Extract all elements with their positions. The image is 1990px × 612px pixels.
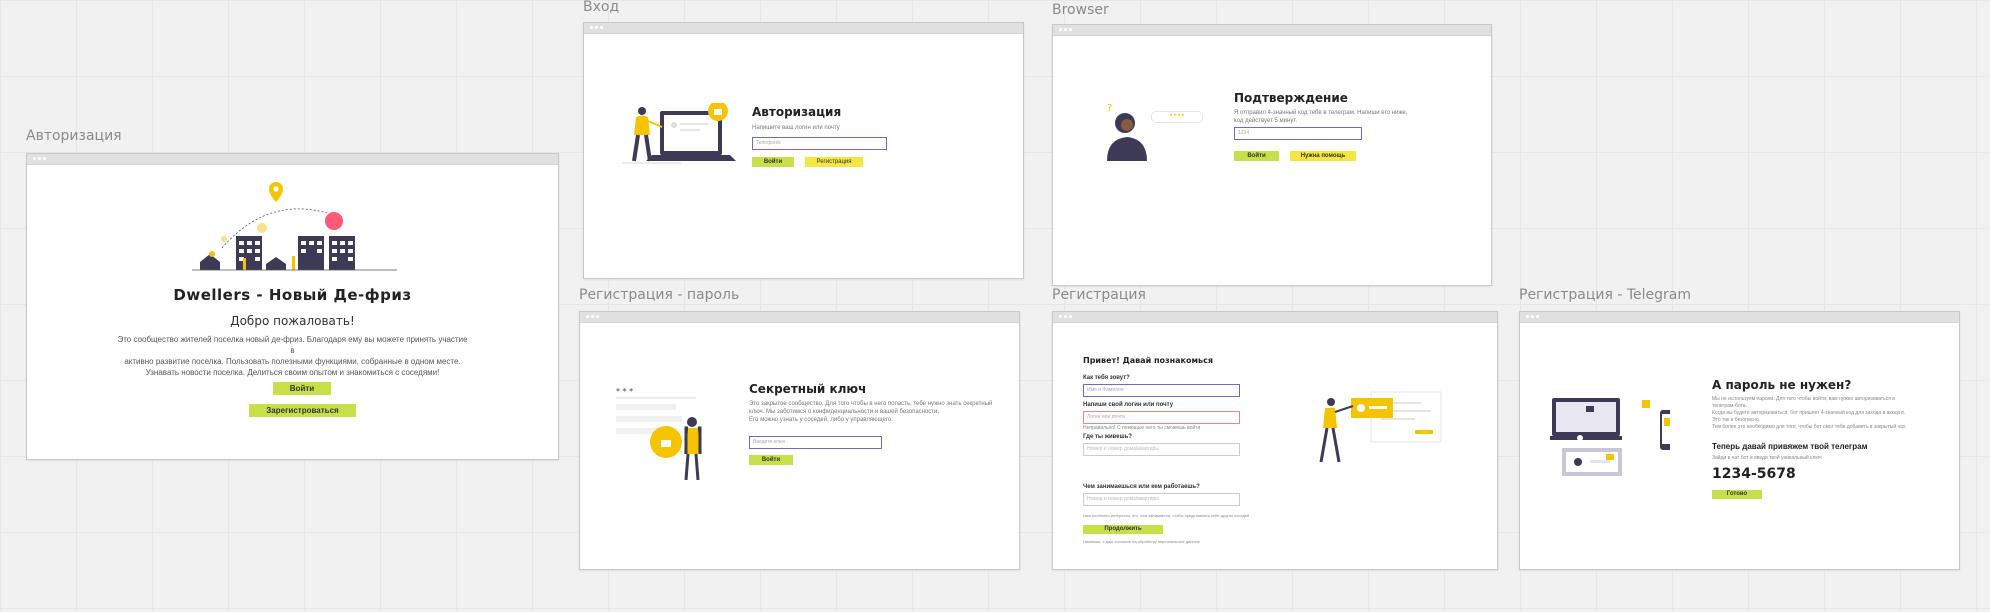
svg-text:?: ?: [1107, 103, 1112, 114]
telegram-desc-line: Это так и безопасно.: [1712, 417, 1761, 423]
unique-code: 1234-5678: [1712, 466, 1796, 482]
question-work: Чем занимаешься или кем работаешь?: [1083, 484, 1200, 490]
auth-title: Dwellers - Новый Де-фриз: [173, 286, 412, 304]
login-input[interactable]: Телефон/е: [752, 137, 887, 150]
telegram-title: А пароль не нужен?: [1712, 378, 1852, 392]
frame-label-login: Вход: [583, 0, 620, 15]
auth-welcome: Добро пожаловать!: [230, 314, 355, 328]
frame-login: Авторизация Напишите ваш логин или почту…: [583, 22, 1024, 279]
telegram-description: Мы не используем пароли. Для того чтобы …: [1712, 396, 1906, 431]
login-button[interactable]: Войти: [749, 455, 793, 465]
frame-label-registration: Регистрация: [1052, 287, 1146, 303]
login-button[interactable]: Войти: [1234, 151, 1279, 161]
question-name: Как тебя зовут?: [1083, 375, 1130, 381]
form-illustration: [1319, 391, 1442, 463]
login-button[interactable]: Войти: [273, 382, 331, 395]
secret-key-illustration: * * *: [616, 388, 702, 481]
window-titlebar: [1053, 25, 1491, 36]
window-titlebar: [584, 23, 1023, 34]
frame-auth: Dwellers - Новый Де-фриз Добро пожаловат…: [26, 153, 559, 460]
code-hint: Зайди в чат бот и введи твой уникальный …: [1712, 455, 1822, 461]
frame-label-auth: Авторизация: [26, 128, 122, 144]
secret-hint-line: ключ. Мы заботимся о конфиденциальности …: [749, 409, 940, 415]
confirm-hint: Я отправил 4-значный код тебе в телеграм…: [1234, 109, 1407, 125]
secret-title: Секретный ключ: [749, 382, 867, 396]
continue-button[interactable]: Продолжить: [1083, 525, 1163, 534]
frame-label-reg-telegram: Регистрация - Telegram: [1519, 287, 1691, 303]
village-illustration: [192, 182, 397, 271]
register-button[interactable]: Зарегистроваться: [249, 404, 356, 417]
register-button[interactable]: Регистрация: [805, 157, 863, 167]
window-titlebar: [1520, 312, 1959, 323]
login-error-text: Неправильно! С помощью него ты сможешь в…: [1083, 425, 1201, 431]
ready-button[interactable]: Готово: [1712, 490, 1762, 499]
name-input[interactable]: Имя и Фамилия: [1083, 384, 1240, 397]
code-input[interactable]: 1234: [1234, 127, 1362, 140]
frame-reg-password: * * * Секретный ключ Это закрытое сообще…: [579, 311, 1020, 570]
telegram-desc-line: Мы не используем пароли. Для того чтобы …: [1712, 396, 1895, 402]
auth-description: Это сообщество жителей поселка новый де-…: [117, 334, 468, 378]
house-input[interactable]: Номер и номер дома/квартиры: [1083, 443, 1240, 456]
confirm-title: Подтверждение: [1234, 91, 1348, 105]
consent-text: Нажимая, я даю согласие на обработку пер…: [1083, 539, 1200, 544]
question-login: Напиши свой логин или почту: [1083, 402, 1174, 408]
code-stars: * * * *: [1151, 111, 1203, 123]
auth-desc-line: Это сообщество жителей поселка новый де-…: [117, 335, 468, 355]
telegram-desc-line: Когда вы будете авторизоваться, бот приш…: [1712, 410, 1906, 416]
confirm-hint-line: Я отправил 4-значный код тебе в телеграм…: [1234, 110, 1408, 116]
help-button[interactable]: Нужна помощь: [1290, 151, 1356, 161]
secret-hint-line: Его можно узнать у соседей, либо у управ…: [749, 417, 893, 423]
frame-registration: Привет! Давай познакомься Как тебя зовут…: [1052, 311, 1498, 570]
question-house: Где ты живешь?: [1083, 434, 1132, 440]
telegram-subtitle: Теперь давай привяжем твой телеграм: [1712, 442, 1868, 451]
auth-desc-line: активно развитие поселка. Пользовать пол…: [124, 357, 461, 366]
work-input[interactable]: Номер и номер дома/квартиры: [1083, 493, 1240, 506]
secret-key-input[interactable]: Введите ключ: [749, 436, 882, 449]
login-hint: Напишите ваш логин или почту: [752, 125, 840, 131]
window-titlebar: [580, 312, 1019, 323]
frame-label-browser: Browser: [1052, 2, 1109, 18]
secret-hint: Это закрытое сообщество. Для того чтобы …: [749, 400, 992, 424]
work-hint: Нам особенно интересно, кто, чем занимае…: [1083, 513, 1250, 518]
window-titlebar: [1053, 312, 1497, 323]
devices-illustration: [1550, 398, 1670, 476]
telegram-desc-line: Тем более это необходимо для того, чтобы…: [1712, 424, 1906, 430]
reg-title: Привет! Давай познакомься: [1083, 356, 1213, 365]
laptop-illustration: [622, 103, 736, 164]
confirm-hint-line: код действует 5 минут.: [1234, 118, 1298, 124]
auth-desc-line: Узнавать новости поселка. Делиться своим…: [145, 368, 440, 377]
window-titlebar: [27, 154, 558, 165]
svg-text:* * *: * * *: [616, 388, 633, 396]
frame-browser: ? * * * * Подтверждение Я отправил 4-зна…: [1052, 24, 1492, 286]
telegram-desc-line: телеграм-бота.: [1712, 403, 1747, 409]
login-title: Авторизация: [752, 105, 842, 119]
secret-hint-line: Это закрытое сообщество. Для того чтобы …: [749, 401, 993, 407]
frame-label-reg-password: Регистрация - пароль: [579, 287, 740, 303]
login-input[interactable]: Логин или почта: [1083, 411, 1240, 424]
login-button[interactable]: Войти: [752, 157, 794, 167]
frame-reg-telegram: А пароль не нужен? Мы не используем паро…: [1519, 311, 1960, 570]
